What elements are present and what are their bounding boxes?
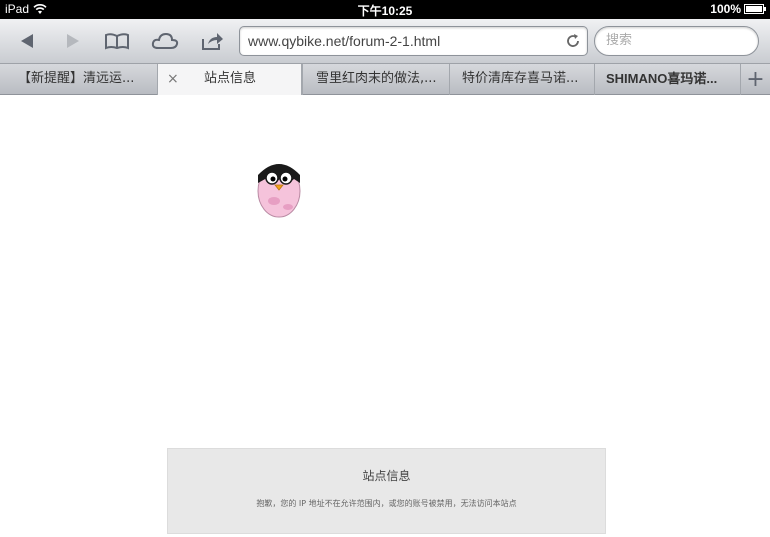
back-button[interactable] bbox=[12, 26, 42, 56]
battery-fill bbox=[746, 6, 762, 12]
close-tab-icon[interactable]: × bbox=[167, 64, 179, 94]
clock: 下午10:25 bbox=[357, 4, 413, 18]
tab-label: SHIMANO喜玛诺... bbox=[606, 71, 718, 86]
url-text: www.qybike.net/forum-2-1.html bbox=[248, 33, 441, 49]
share-button[interactable] bbox=[197, 26, 227, 56]
message-title: 站点信息 bbox=[362, 469, 411, 483]
status-bar: iPad 下午10:25 100% bbox=[0, 0, 770, 19]
tab-label: 站点信息 bbox=[204, 71, 257, 86]
reload-icon[interactable] bbox=[565, 33, 581, 49]
battery-percent: 100% bbox=[710, 2, 741, 16]
tab-item[interactable]: SHIMANO喜玛诺... bbox=[594, 64, 740, 95]
penguin-egg-image bbox=[236, 153, 326, 219]
bookmarks-button[interactable] bbox=[102, 26, 132, 56]
forward-button[interactable] bbox=[58, 26, 88, 56]
site-info-box: 站点信息 抱歉，您的 IP 地址不在允许范围内，或您的账号被禁用，无法访问本站点 bbox=[167, 448, 606, 534]
tab-label: 特价清库存喜马诺... bbox=[462, 71, 579, 86]
search-placeholder: 搜索 bbox=[606, 33, 633, 48]
cloud-icon bbox=[151, 32, 179, 49]
plus-icon: + bbox=[746, 67, 765, 92]
share-icon bbox=[202, 33, 223, 50]
tab-item[interactable]: 雪里红肉末的做法,... bbox=[302, 64, 449, 95]
new-tab-button[interactable]: + bbox=[740, 64, 770, 95]
battery-indicator: 100% bbox=[710, 2, 766, 16]
tab-item-active[interactable]: × 站点信息 bbox=[157, 64, 302, 95]
address-bar[interactable]: www.qybike.net/forum-2-1.html bbox=[239, 26, 588, 56]
search-input[interactable]: 搜索 bbox=[594, 26, 759, 56]
icloud-tabs-button[interactable] bbox=[149, 26, 181, 56]
tab-label: 【新提醒】清远运... bbox=[18, 71, 135, 86]
message-text: 抱歉，您的 IP 地址不在允许范围内，或您的账号被禁用，无法访问本站点 bbox=[256, 499, 517, 508]
tab-item[interactable]: 【新提醒】清远运... bbox=[0, 64, 157, 95]
forward-arrow-icon bbox=[67, 34, 79, 48]
battery-icon bbox=[744, 4, 766, 14]
browser-toolbar: www.qybike.net/forum-2-1.html 搜索 bbox=[0, 19, 770, 64]
back-arrow-icon bbox=[21, 34, 33, 48]
tab-bar: 【新提醒】清远运... × 站点信息 雪里红肉末的做法,... 特价清库存喜马诺… bbox=[0, 64, 770, 95]
tab-label: 雪里红肉末的做法,... bbox=[316, 71, 437, 86]
book-icon bbox=[105, 33, 129, 50]
tab-item[interactable]: 特价清库存喜马诺... bbox=[449, 64, 594, 95]
